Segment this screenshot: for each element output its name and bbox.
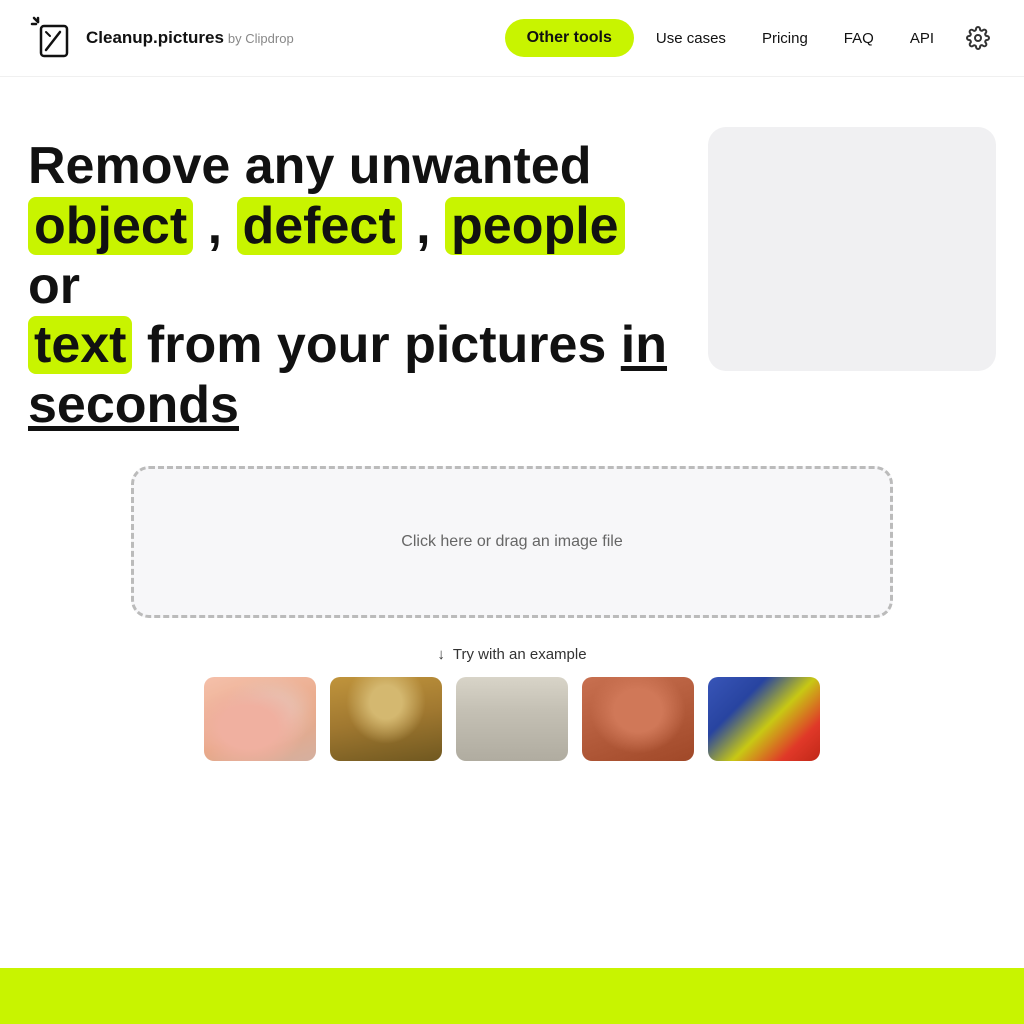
example-thumb-3[interactable] bbox=[456, 677, 568, 761]
highlight-people: people bbox=[445, 197, 625, 255]
example-thumb-2[interactable] bbox=[330, 677, 442, 761]
main-nav: Other tools Use cases Pricing FAQ API bbox=[505, 19, 996, 57]
bottom-bar bbox=[0, 968, 1024, 1024]
try-example-text: Try with an example bbox=[453, 646, 587, 663]
gear-icon bbox=[966, 26, 990, 50]
hero-heading: Remove any unwanted object , defect , pe… bbox=[28, 137, 668, 436]
main-content: Remove any unwanted object , defect , pe… bbox=[0, 77, 1024, 436]
try-example-arrow: ↓ bbox=[437, 646, 445, 663]
thumb-4-image bbox=[582, 677, 694, 761]
logo-by: by Clipdrop bbox=[228, 31, 294, 46]
or-text: or bbox=[28, 257, 80, 315]
logo-brand: Cleanup.pictures bbox=[86, 28, 224, 47]
api-link[interactable]: API bbox=[896, 22, 948, 55]
settings-button[interactable] bbox=[960, 20, 996, 56]
try-example-section: ↓ Try with an example bbox=[28, 646, 996, 761]
logo-icon bbox=[28, 14, 76, 62]
hero-text: Remove any unwanted object , defect , pe… bbox=[28, 137, 668, 436]
header: Cleanup.pictures by Clipdrop Other tools … bbox=[0, 0, 1024, 77]
highlight-defect: defect bbox=[237, 197, 402, 255]
highlight-object: object bbox=[28, 197, 193, 255]
hero-image-preview bbox=[708, 127, 996, 371]
hero-line1: Remove any unwanted bbox=[28, 137, 591, 195]
pricing-link[interactable]: Pricing bbox=[748, 22, 822, 55]
example-thumbs bbox=[204, 677, 820, 761]
logo-text-group: Cleanup.pictures by Clipdrop bbox=[86, 28, 294, 48]
highlight-text: text bbox=[28, 316, 132, 374]
upload-zone-label: Click here or drag an image file bbox=[401, 533, 622, 551]
other-tools-button[interactable]: Other tools bbox=[505, 19, 634, 57]
thumb-5-image bbox=[708, 677, 820, 761]
example-thumb-1[interactable] bbox=[204, 677, 316, 761]
faq-link[interactable]: FAQ bbox=[830, 22, 888, 55]
upload-section: Click here or drag an image file ↓ Try w… bbox=[0, 436, 1024, 761]
try-example-label: ↓ Try with an example bbox=[437, 646, 586, 663]
use-cases-link[interactable]: Use cases bbox=[642, 22, 740, 55]
from-text: from your pictures bbox=[132, 316, 620, 374]
example-thumb-4[interactable] bbox=[582, 677, 694, 761]
thumb-1-image bbox=[204, 677, 316, 761]
thumb-2-image bbox=[330, 677, 442, 761]
thumb-3-image bbox=[456, 677, 568, 761]
logo-area: Cleanup.pictures by Clipdrop bbox=[28, 14, 294, 62]
example-thumb-5[interactable] bbox=[708, 677, 820, 761]
comma2: , bbox=[402, 197, 431, 255]
comma1: , bbox=[193, 197, 222, 255]
upload-zone[interactable]: Click here or drag an image file bbox=[131, 466, 893, 618]
